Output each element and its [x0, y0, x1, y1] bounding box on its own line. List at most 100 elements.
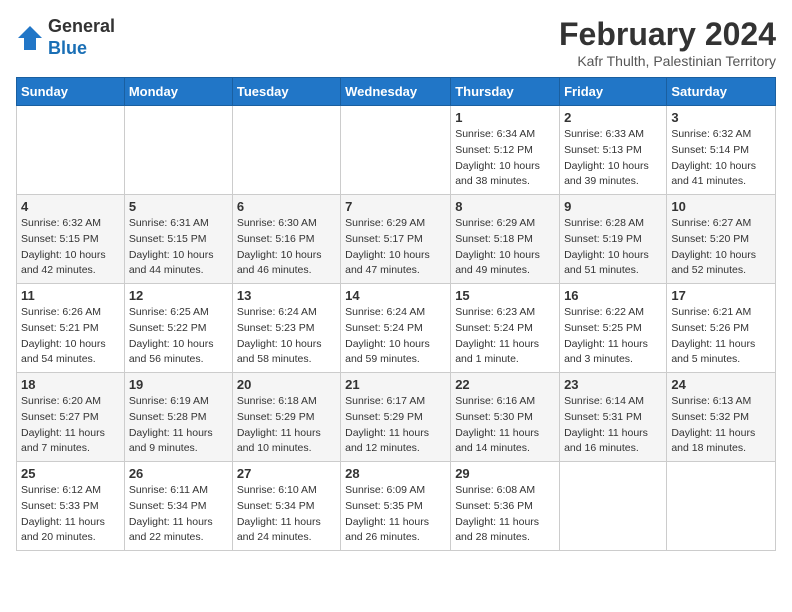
- day-number: 29: [455, 466, 555, 481]
- calendar-cell: 17 Sunrise: 6:21 AMSunset: 5:26 PMDayligh…: [667, 284, 776, 373]
- day-number: 10: [671, 199, 771, 214]
- calendar-cell: [124, 106, 232, 195]
- day-info: Sunrise: 6:11 AMSunset: 5:34 PMDaylight:…: [129, 483, 228, 546]
- day-number: 25: [21, 466, 120, 481]
- day-info: Sunrise: 6:22 AMSunset: 5:25 PMDaylight:…: [564, 305, 662, 368]
- calendar-cell: 27Sunrise: 6:10 AMSunset: 5:34 PMDayligh…: [232, 462, 340, 551]
- day-info: Sunrise: 6:29 AMSunset: 5:18 PMDaylight:…: [455, 216, 555, 279]
- calendar-week-row: 1Sunrise: 6:34 AMSunset: 5:12 PMDaylight…: [17, 106, 776, 195]
- day-number: 9: [564, 199, 662, 214]
- day-info: Sunrise: 6:26 AMSunset: 5:21 PMDaylight:…: [21, 305, 120, 368]
- day-info: Sunrise: 6:31 AMSunset: 5:15 PMDaylight:…: [129, 216, 228, 279]
- calendar-body: 1Sunrise: 6:34 AMSunset: 5:12 PMDaylight…: [17, 106, 776, 551]
- day-info: Sunrise: 6:18 AMSunset: 5:29 PMDaylight:…: [237, 394, 336, 457]
- day-info: Sunrise: 6:32 AMSunset: 5:14 PMDaylight:…: [671, 127, 771, 190]
- day-number: 11: [21, 288, 120, 303]
- calendar-cell: 2Sunrise: 6:33 AMSunset: 5:13 PMDaylight…: [560, 106, 667, 195]
- location-subtitle: Kafr Thulth, Palestinian Territory: [559, 53, 776, 69]
- calendar-cell: 29 Sunrise: 6:08 AMSunset: 5:36 PMDayligh…: [451, 462, 560, 551]
- logo-icon: [16, 24, 44, 52]
- day-number: 12: [129, 288, 228, 303]
- calendar-cell: 12 Sunrise: 6:25 AMSunset: 5:22 PMDayligh…: [124, 284, 232, 373]
- calendar-table: SundayMondayTuesdayWednesdayThursdayFrid…: [16, 77, 776, 551]
- weekday-header: Wednesday: [341, 78, 451, 106]
- calendar-cell: 18Sunrise: 6:20 AMSunset: 5:27 PMDayligh…: [17, 373, 125, 462]
- day-info: Sunrise: 6:14 AMSunset: 5:31 PMDaylight:…: [564, 394, 662, 457]
- day-number: 7: [345, 199, 446, 214]
- calendar-cell: 3 Sunrise: 6:32 AMSunset: 5:14 PMDaylight…: [667, 106, 776, 195]
- calendar-cell: 10 Sunrise: 6:27 AMSunset: 5:20 PMDayligh…: [667, 195, 776, 284]
- day-info: Sunrise: 6:25 AMSunset: 5:22 PMDaylight:…: [129, 305, 228, 368]
- calendar-cell: [17, 106, 125, 195]
- day-number: 3: [671, 110, 771, 125]
- day-info: Sunrise: 6:27 AMSunset: 5:20 PMDaylight:…: [671, 216, 771, 279]
- day-number: 2: [564, 110, 662, 125]
- day-number: 13: [237, 288, 336, 303]
- calendar-week-row: 4 Sunrise: 6:32 AMSunset: 5:15 PMDaylight…: [17, 195, 776, 284]
- day-number: 16: [564, 288, 662, 303]
- calendar-cell: 6Sunrise: 6:30 AMSunset: 5:16 PMDaylight…: [232, 195, 340, 284]
- day-info: Sunrise: 6:19 AMSunset: 5:28 PMDaylight:…: [129, 394, 228, 457]
- logo-text: General Blue: [48, 16, 115, 59]
- calendar-cell: 20 Sunrise: 6:18 AMSunset: 5:29 PMDayligh…: [232, 373, 340, 462]
- day-info: Sunrise: 6:17 AMSunset: 5:29 PMDaylight:…: [345, 394, 446, 457]
- calendar-cell: 15 Sunrise: 6:23 AMSunset: 5:24 PMDayligh…: [451, 284, 560, 373]
- day-info: Sunrise: 6:24 AMSunset: 5:24 PMDaylight:…: [345, 305, 446, 368]
- day-info: Sunrise: 6:23 AMSunset: 5:24 PMDaylight:…: [455, 305, 555, 368]
- calendar-cell: 28 Sunrise: 6:09 AMSunset: 5:35 PMDayligh…: [341, 462, 451, 551]
- calendar-cell: 25 Sunrise: 6:12 AMSunset: 5:33 PMDayligh…: [17, 462, 125, 551]
- calendar-cell: 14 Sunrise: 6:24 AMSunset: 5:24 PMDayligh…: [341, 284, 451, 373]
- day-info: Sunrise: 6:29 AMSunset: 5:17 PMDaylight:…: [345, 216, 446, 279]
- calendar-cell: 7 Sunrise: 6:29 AMSunset: 5:17 PMDaylight…: [341, 195, 451, 284]
- calendar-cell: 23 Sunrise: 6:14 AMSunset: 5:31 PMDayligh…: [560, 373, 667, 462]
- calendar-cell: 22Sunrise: 6:16 AMSunset: 5:30 PMDayligh…: [451, 373, 560, 462]
- day-number: 8: [455, 199, 555, 214]
- day-number: 22: [455, 377, 555, 392]
- weekday-header: Friday: [560, 78, 667, 106]
- day-number: 24: [671, 377, 771, 392]
- day-number: 14: [345, 288, 446, 303]
- day-info: Sunrise: 6:21 AMSunset: 5:26 PMDaylight:…: [671, 305, 771, 368]
- logo: General Blue: [16, 16, 115, 59]
- day-info: Sunrise: 6:20 AMSunset: 5:27 PMDaylight:…: [21, 394, 120, 457]
- month-year-title: February 2024: [559, 16, 776, 53]
- calendar-cell: [560, 462, 667, 551]
- calendar-week-row: 11 Sunrise: 6:26 AMSunset: 5:21 PMDayligh…: [17, 284, 776, 373]
- calendar-cell: 26Sunrise: 6:11 AMSunset: 5:34 PMDayligh…: [124, 462, 232, 551]
- calendar-cell: 11 Sunrise: 6:26 AMSunset: 5:21 PMDayligh…: [17, 284, 125, 373]
- day-number: 27: [237, 466, 336, 481]
- title-block: February 2024 Kafr Thulth, Palestinian T…: [559, 16, 776, 69]
- weekday-header: Thursday: [451, 78, 560, 106]
- calendar-cell: 9 Sunrise: 6:28 AMSunset: 5:19 PMDaylight…: [560, 195, 667, 284]
- calendar-cell: 1Sunrise: 6:34 AMSunset: 5:12 PMDaylight…: [451, 106, 560, 195]
- day-info: Sunrise: 6:28 AMSunset: 5:19 PMDaylight:…: [564, 216, 662, 279]
- day-number: 20: [237, 377, 336, 392]
- day-info: Sunrise: 6:09 AMSunset: 5:35 PMDaylight:…: [345, 483, 446, 546]
- day-number: 17: [671, 288, 771, 303]
- weekday-header: Monday: [124, 78, 232, 106]
- calendar-cell: 4 Sunrise: 6:32 AMSunset: 5:15 PMDaylight…: [17, 195, 125, 284]
- day-info: Sunrise: 6:32 AMSunset: 5:15 PMDaylight:…: [21, 216, 120, 279]
- day-number: 21: [345, 377, 446, 392]
- day-number: 23: [564, 377, 662, 392]
- day-number: 5: [129, 199, 228, 214]
- day-number: 28: [345, 466, 446, 481]
- day-number: 15: [455, 288, 555, 303]
- day-number: 4: [21, 199, 120, 214]
- day-info: Sunrise: 6:12 AMSunset: 5:33 PMDaylight:…: [21, 483, 120, 546]
- calendar-week-row: 18Sunrise: 6:20 AMSunset: 5:27 PMDayligh…: [17, 373, 776, 462]
- calendar-cell: 16 Sunrise: 6:22 AMSunset: 5:25 PMDayligh…: [560, 284, 667, 373]
- weekday-header: Sunday: [17, 78, 125, 106]
- page-header: General Blue February 2024 Kafr Thulth, …: [16, 16, 776, 69]
- day-info: Sunrise: 6:08 AMSunset: 5:36 PMDaylight:…: [455, 483, 555, 546]
- calendar-cell: 5 Sunrise: 6:31 AMSunset: 5:15 PMDaylight…: [124, 195, 232, 284]
- calendar-cell: [232, 106, 340, 195]
- calendar-cell: 13 Sunrise: 6:24 AMSunset: 5:23 PMDayligh…: [232, 284, 340, 373]
- day-number: 6: [237, 199, 336, 214]
- calendar-cell: 24Sunrise: 6:13 AMSunset: 5:32 PMDayligh…: [667, 373, 776, 462]
- calendar-cell: 8 Sunrise: 6:29 AMSunset: 5:18 PMDaylight…: [451, 195, 560, 284]
- day-info: Sunrise: 6:24 AMSunset: 5:23 PMDaylight:…: [237, 305, 336, 368]
- weekday-row: SundayMondayTuesdayWednesdayThursdayFrid…: [17, 78, 776, 106]
- calendar-header: SundayMondayTuesdayWednesdayThursdayFrid…: [17, 78, 776, 106]
- weekday-header: Saturday: [667, 78, 776, 106]
